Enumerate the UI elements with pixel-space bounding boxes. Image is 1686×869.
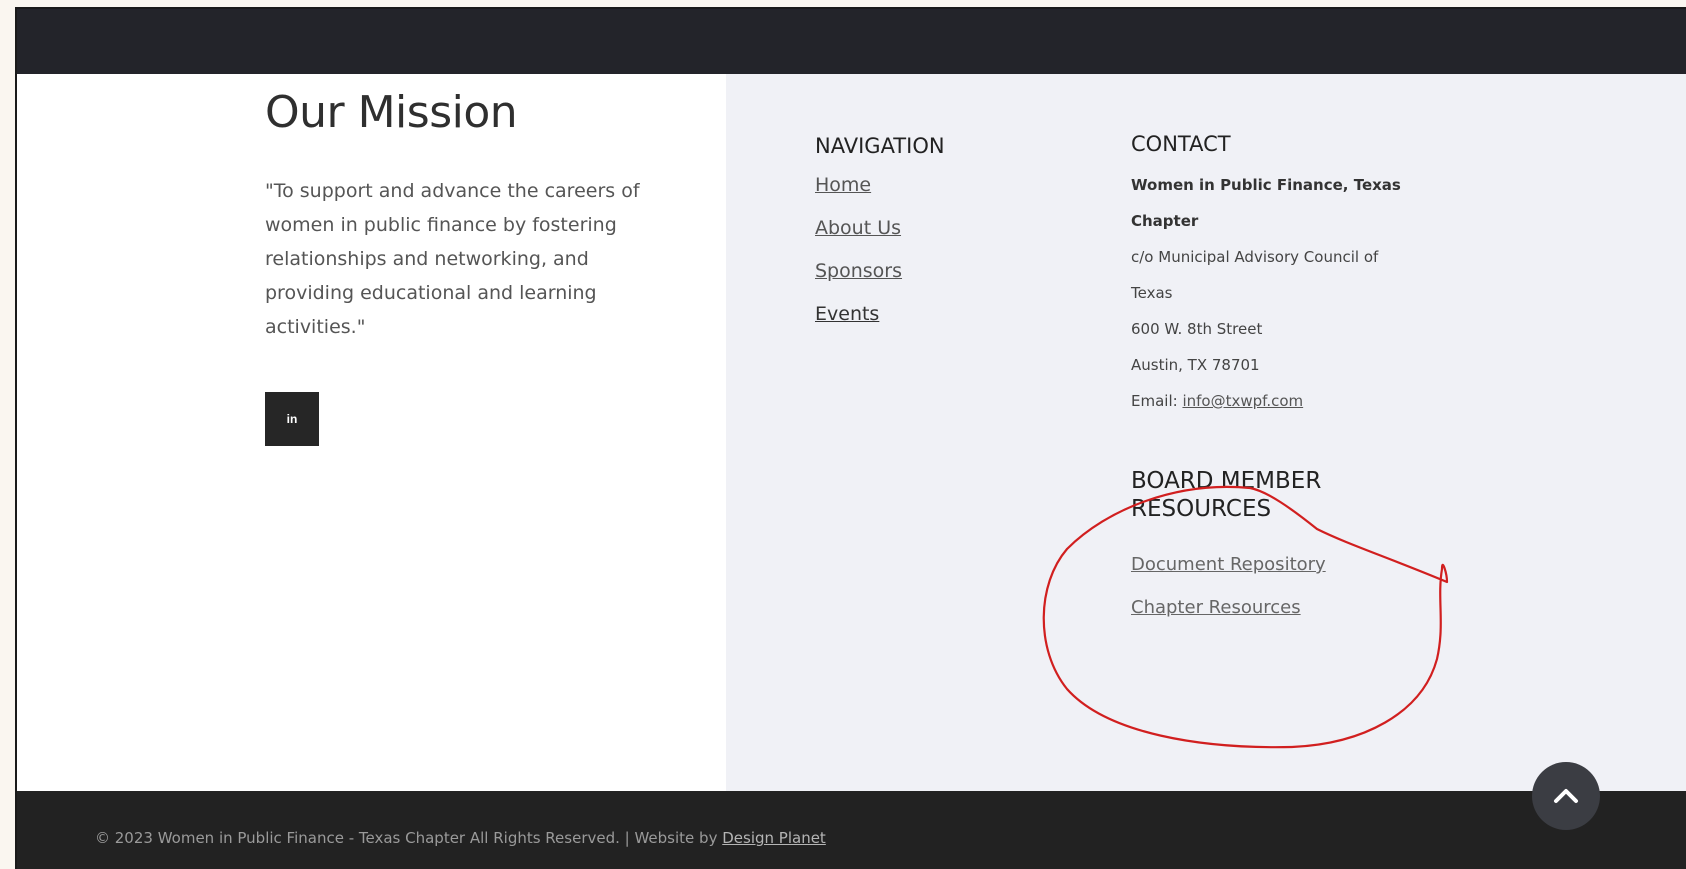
contact-org-line-2: Chapter bbox=[1131, 212, 1199, 230]
nav-link-home[interactable]: Home bbox=[815, 174, 871, 196]
navigation-heading: NAVIGATION bbox=[815, 134, 945, 158]
contact-street: 600 W. 8th Street bbox=[1131, 320, 1263, 338]
contact-info: Women in Public Finance, Texas Chapter c… bbox=[1131, 167, 1431, 419]
copyright-statement: © 2023 Women in Public Finance - Texas C… bbox=[95, 829, 718, 847]
document-repository-link[interactable]: Document Repository bbox=[1131, 554, 1326, 575]
contact-email-row: Email: info@txwpf.com bbox=[1131, 383, 1431, 419]
board-heading-line-1: BOARD MEMBER bbox=[1131, 468, 1322, 494]
contact-email-link[interactable]: info@txwpf.com bbox=[1182, 392, 1303, 410]
nav-link-events[interactable]: Events bbox=[815, 303, 879, 325]
contact-city: Austin, TX 78701 bbox=[1131, 356, 1260, 374]
linkedin-button[interactable]: in bbox=[265, 392, 319, 446]
nav-link-sponsors[interactable]: Sponsors bbox=[815, 260, 902, 282]
board-resources-heading: BOARD MEMBER RESOURCES bbox=[1131, 467, 1431, 523]
mission-statement: "To support and advance the careers of w… bbox=[265, 180, 640, 338]
top-bar bbox=[17, 9, 1686, 74]
design-planet-link[interactable]: Design Planet bbox=[722, 829, 826, 847]
linkedin-icon: in bbox=[286, 412, 298, 426]
scroll-to-top-button[interactable] bbox=[1532, 762, 1600, 830]
copyright-text: © 2023 Women in Public Finance - Texas C… bbox=[95, 829, 826, 847]
navigation-list: Home About Us Sponsors Events bbox=[815, 174, 902, 346]
contact-care-of-line-1: c/o Municipal Advisory Council of bbox=[1131, 248, 1379, 266]
board-heading-line-2: RESOURCES bbox=[1131, 496, 1272, 522]
board-resources-list: Document Repository Chapter Resources bbox=[1131, 554, 1326, 640]
contact-heading: CONTACT bbox=[1131, 132, 1231, 156]
contact-care-of-line-2: Texas bbox=[1131, 284, 1173, 302]
page-frame: Our Mission "To support and advance the … bbox=[15, 7, 1686, 869]
contact-org-line-1: Women in Public Finance, Texas bbox=[1131, 176, 1401, 194]
chevron-up-icon bbox=[1554, 789, 1578, 803]
mission-title: Our Mission bbox=[265, 87, 518, 138]
chapter-resources-link[interactable]: Chapter Resources bbox=[1131, 597, 1301, 618]
contact-email-label: Email: bbox=[1131, 392, 1178, 410]
nav-link-about-us[interactable]: About Us bbox=[815, 217, 901, 239]
